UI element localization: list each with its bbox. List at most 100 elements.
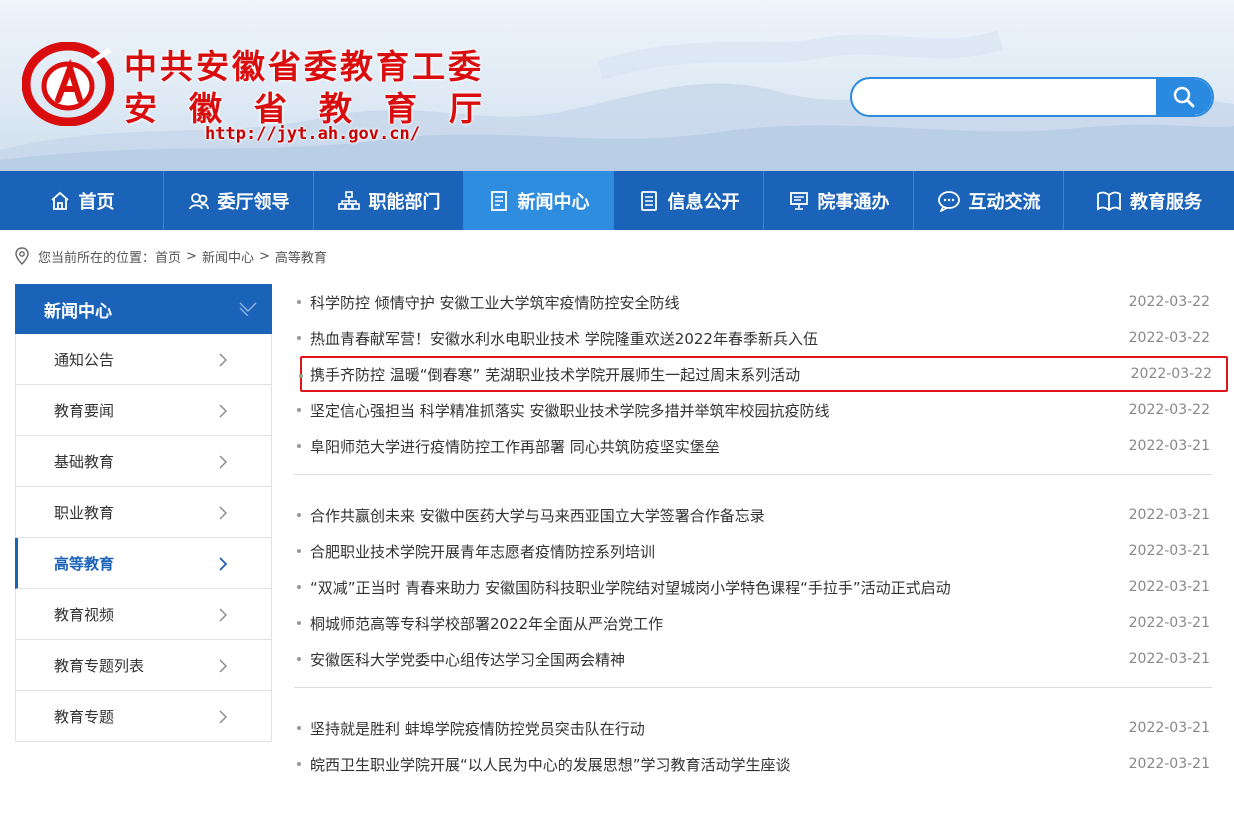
- sidebar-item-label: 高等教育: [54, 554, 115, 573]
- nav-label: 职能部门: [368, 191, 441, 213]
- news-date: 2022-03-21: [1128, 756, 1210, 772]
- sidebar-item-label: 基础教育: [54, 452, 115, 471]
- news-item[interactable]: “双减”正当时 青春来助力 安徽国防科技职业学院结对望城岗小学特色课程“手拉手”…: [294, 569, 1212, 605]
- nav-item-news-center[interactable]: 新闻中心: [464, 171, 614, 230]
- bullet-dot: [297, 726, 301, 730]
- nav-item-info-disclosure[interactable]: 信息公开: [614, 171, 764, 230]
- news-title[interactable]: 坚定信心强担当 科学精准抓落实 安徽职业技术学院多措并举筑牢校园抗疫防线: [310, 400, 830, 421]
- news-list: 科学防控 倾情守护 安徽工业大学筑牢疫情防控安全防线 2022-03-22 热血青…: [294, 284, 1228, 814]
- nav-item-services[interactable]: 院事通办: [764, 171, 914, 230]
- news-title[interactable]: 热血青春献军营！安徽水利水电职业技术 学院隆重欢送2022年春季新兵入伍: [310, 328, 818, 349]
- bullet-dot: [297, 444, 301, 448]
- news-item[interactable]: 合肥职业技术学院开展青年志愿者疫情防控系列培训 2022-03-21: [294, 533, 1212, 569]
- sidebar-item-label: 通知公告: [54, 350, 115, 369]
- site-url[interactable]: http://jyt.ah.gov.cn/: [205, 124, 420, 144]
- news-date: 2022-03-21: [1128, 507, 1210, 523]
- breadcrumb-prefix: 您当前所在的位置：: [38, 250, 156, 266]
- news-item[interactable]: 热血青春献军营！安徽水利水电职业技术 学院隆重欢送2022年春季新兵入伍 2022…: [294, 320, 1212, 356]
- sidebar-item-topics[interactable]: 教育专题: [15, 691, 272, 742]
- search-input[interactable]: [860, 79, 1156, 115]
- news-date: 2022-03-22: [1128, 294, 1210, 310]
- news-title[interactable]: 合肥职业技术学院开展青年志愿者疫情防控系列培训: [310, 541, 655, 562]
- chevron-right-icon: [219, 455, 227, 469]
- news-date: 2022-03-21: [1128, 579, 1210, 595]
- news-date: 2022-03-22: [1128, 402, 1210, 418]
- news-item[interactable]: 合作共赢创未来 安徽中医药大学与马来西亚国立大学签署合作备忘录 2022-03-2…: [294, 497, 1212, 533]
- bullet-dot: [297, 762, 301, 766]
- sidebar-title: 新闻中心: [15, 284, 272, 334]
- main-nav: 首页 委厅领导 职能部门 新闻中心 信息公开 院事通办 互动交流 教育服务: [0, 171, 1234, 230]
- nav-item-edu-services[interactable]: 教育服务: [1064, 171, 1234, 230]
- news-item[interactable]: 皖西卫生职业学院开展“以人民为中心的发展思想”学习教育活动学生座谈 2022-03…: [294, 746, 1212, 782]
- chevron-right-icon: [219, 659, 227, 673]
- news-title[interactable]: 安徽医科大学党委中心组传达学习全国两会精神: [310, 649, 625, 670]
- news-group: 合作共赢创未来 安徽中医药大学与马来西亚国立大学签署合作备忘录 2022-03-2…: [294, 497, 1212, 688]
- search-button[interactable]: [1156, 79, 1212, 115]
- news-group: 科学防控 倾情守护 安徽工业大学筑牢疫情防控安全防线 2022-03-22 热血青…: [294, 284, 1228, 475]
- news-item-highlighted[interactable]: 携手齐防控 温暖“倒春寒” 芜湖职业技术学院开展师生一起过周末系列活动 2022-…: [299, 356, 1228, 392]
- book-icon: [1097, 191, 1121, 211]
- sidebar-item-label: 教育要闻: [54, 401, 115, 420]
- nav-label: 委厅领导: [217, 191, 290, 213]
- sidebar-item-label: 职业教育: [54, 503, 115, 522]
- search-box: [850, 77, 1214, 117]
- news-item[interactable]: 桐城师范高等专科学校部署2022年全面从严治党工作 2022-03-21: [294, 605, 1212, 641]
- nav-label: 教育服务: [1130, 191, 1202, 213]
- news-item[interactable]: 安徽医科大学党委中心组传达学习全国两会精神 2022-03-21: [294, 641, 1212, 677]
- nav-label: 院事通办: [817, 191, 890, 213]
- sidebar-item-higher-edu[interactable]: 高等教育: [15, 538, 272, 589]
- nav-item-interaction[interactable]: 互动交流: [914, 171, 1064, 230]
- news-title[interactable]: 科学防控 倾情守护 安徽工业大学筑牢疫情防控安全防线: [310, 292, 680, 313]
- breadcrumb-item-news-center[interactable]: 新闻中心: [202, 247, 254, 266]
- news-item[interactable]: 阜阳师范大学进行疫情防控工作再部署 同心共筑防疫坚实堡垒 2022-03-21: [294, 428, 1212, 464]
- sidebar-item-edu-news[interactable]: 教育要闻: [15, 385, 272, 436]
- nav-label: 新闻中心: [517, 191, 590, 213]
- news-title[interactable]: 坚持就是胜利 蚌埠学院疫情防控党员突击队在行动: [310, 718, 645, 739]
- bullet-dot: [299, 374, 303, 378]
- monitor-icon: [789, 191, 808, 210]
- bullet-dot: [297, 621, 301, 625]
- people-icon: [188, 192, 209, 209]
- sidebar-item-edu-video[interactable]: 教育视频: [15, 589, 272, 640]
- chevron-right-icon: [219, 557, 227, 571]
- chevron-right-icon: [219, 404, 227, 418]
- news-title[interactable]: 合作共赢创未来 安徽中医药大学与马来西亚国立大学签署合作备忘录: [310, 505, 765, 526]
- nav-label: 互动交流: [968, 191, 1041, 213]
- news-title[interactable]: 阜阳师范大学进行疫情防控工作再部署 同心共筑防疫坚实堡垒: [310, 436, 720, 457]
- location-pin-icon: [15, 247, 29, 265]
- sidebar-item-label: 教育专题列表: [54, 656, 145, 675]
- news-item[interactable]: 坚持就是胜利 蚌埠学院疫情防控党员突击队在行动 2022-03-21: [294, 710, 1212, 746]
- bullet-dot: [297, 657, 301, 661]
- news-title[interactable]: 携手齐防控 温暖“倒春寒” 芜湖职业技术学院开展师生一起过周末系列活动: [310, 364, 800, 385]
- news-group: 坚持就是胜利 蚌埠学院疫情防控党员突击队在行动 2022-03-21 皖西卫生职业…: [294, 710, 1212, 792]
- news-title[interactable]: 桐城师范高等专科学校部署2022年全面从严治党工作: [310, 613, 663, 634]
- dept-name: 安徽省教育厅: [124, 89, 514, 128]
- news-item[interactable]: 坚定信心强担当 科学精准抓落实 安徽职业技术学院多措并举筑牢校园抗疫防线 2022…: [294, 392, 1212, 428]
- bullet-dot: [297, 300, 301, 304]
- sidebar-item-vocational-edu[interactable]: 职业教育: [15, 487, 272, 538]
- breadcrumb-item-home[interactable]: 首页: [155, 247, 181, 266]
- document-icon: [490, 190, 507, 211]
- bullet-dot: [297, 513, 301, 517]
- sidebar-item-label: 教育视频: [54, 605, 115, 624]
- bullet-dot: [297, 549, 301, 553]
- nav-label: 首页: [78, 191, 115, 213]
- bullet-dot: [297, 336, 301, 340]
- nav-item-leaders[interactable]: 委厅领导: [164, 171, 314, 230]
- news-date: 2022-03-22: [1130, 366, 1212, 382]
- sidebar-item-topic-list[interactable]: 教育专题列表: [15, 640, 272, 691]
- news-date: 2022-03-22: [1128, 330, 1210, 346]
- nav-item-home[interactable]: 首页: [0, 171, 164, 230]
- sidebar-item-basic-edu[interactable]: 基础教育: [15, 436, 272, 487]
- news-item[interactable]: 科学防控 倾情守护 安徽工业大学筑牢疫情防控安全防线 2022-03-22: [294, 284, 1212, 320]
- sidebar-item-notices[interactable]: 通知公告: [15, 334, 272, 385]
- nav-item-departments[interactable]: 职能部门: [314, 171, 464, 230]
- news-date: 2022-03-21: [1128, 651, 1210, 667]
- search-icon: [1173, 86, 1195, 108]
- breadcrumb-item-higher-education[interactable]: 高等教育: [275, 247, 327, 266]
- breadcrumb: 您当前所在的位置： 首页 > 新闻中心 > 高等教育: [14, 246, 327, 266]
- news-date: 2022-03-21: [1128, 615, 1210, 631]
- news-title[interactable]: 皖西卫生职业学院开展“以人民为中心的发展思想”学习教育活动学生座谈: [310, 754, 791, 775]
- news-title[interactable]: “双减”正当时 青春来助力 安徽国防科技职业学院结对望城岗小学特色课程“手拉手”…: [310, 577, 951, 598]
- list-icon: [640, 190, 657, 211]
